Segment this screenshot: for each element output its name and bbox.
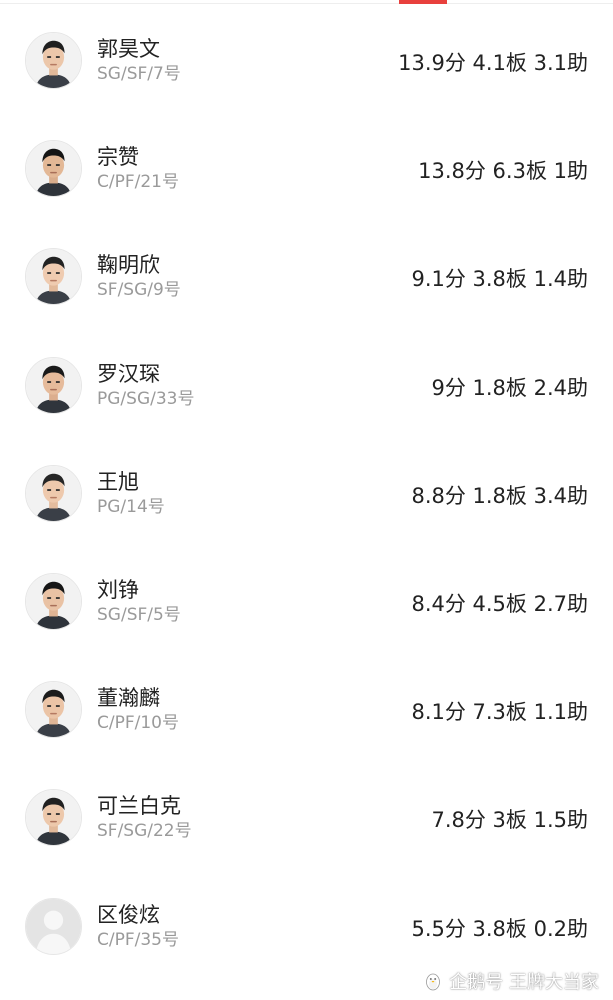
player-photo — [26, 249, 81, 305]
player-row[interactable]: 郭昊文 SG/SF/7号 13.9分 4.1板 3.1助 — [0, 8, 613, 116]
player-stats: 9分 1.8板 2.4助 — [431, 375, 588, 400]
player-position-number: C/PF/10号 — [97, 713, 179, 734]
player-position-number: PG/SG/33号 — [97, 388, 195, 409]
player-photo — [26, 357, 81, 413]
player-photo — [26, 682, 81, 738]
player-row[interactable]: 区俊炫 C/PF/35号 5.5分 3.8板 0.2助 — [0, 874, 613, 982]
player-position-number: SG/SF/5号 — [97, 604, 181, 625]
default-avatar-icon — [26, 898, 81, 954]
player-row[interactable]: 可兰白克 SF/SG/22号 7.8分 3板 1.5助 — [0, 765, 613, 873]
player-row[interactable]: 刘铮 SG/SF/5号 8.4分 4.5板 2.7助 — [0, 549, 613, 657]
player-position-number: SF/SG/9号 — [97, 280, 181, 301]
player-name: 可兰白克 — [97, 794, 181, 819]
player-position-number: C/PF/21号 — [97, 172, 179, 193]
player-name: 鞠明欣 — [97, 253, 160, 278]
player-stats: 5.5分 3.8板 0.2助 — [411, 916, 588, 941]
player-photo — [26, 573, 81, 629]
player-name: 宗赞 — [97, 145, 139, 170]
player-row[interactable]: 鞠明欣 SF/SG/9号 9.1分 3.8板 1.4助 — [0, 224, 613, 332]
player-photo — [26, 141, 81, 197]
player-row[interactable]: 董瀚麟 C/PF/10号 8.1分 7.3板 1.1助 — [0, 657, 613, 765]
player-name: 董瀚麟 — [97, 686, 160, 711]
player-row[interactable]: 宗赞 C/PF/21号 13.8分 6.3板 1助 — [0, 116, 613, 224]
player-name: 王旭 — [97, 469, 139, 494]
active-tab-indicator — [399, 0, 447, 4]
watermark-text: 企鹅号 王牌大当家 — [449, 972, 599, 993]
player-avatar — [25, 681, 82, 739]
player-stats: 8.8分 1.8板 3.4助 — [411, 483, 588, 508]
player-avatar — [25, 897, 82, 955]
player-name: 郭昊文 — [97, 37, 160, 61]
penguin-logo-icon — [426, 973, 441, 991]
player-avatar — [25, 32, 82, 89]
player-stats: 13.8分 6.3板 1助 — [418, 159, 588, 184]
player-avatar — [25, 356, 82, 414]
player-avatar — [25, 572, 82, 630]
player-position-number: SG/SF/7号 — [97, 64, 181, 84]
player-list: 郭昊文 SG/SF/7号 13.9分 4.1板 3.1助 宗赞 C/PF/21号… — [0, 8, 613, 982]
player-stats: 8.4分 4.5板 2.7助 — [411, 591, 588, 616]
player-row[interactable]: 王旭 PG/14号 8.8分 1.8板 3.4助 — [0, 441, 613, 549]
player-avatar — [25, 789, 82, 847]
player-avatar — [25, 464, 82, 522]
player-photo — [26, 465, 81, 521]
player-position-number: SF/SG/22号 — [97, 821, 192, 842]
watermark: 企鹅号 王牌大当家 — [423, 970, 599, 993]
player-photo — [26, 33, 81, 88]
player-photo — [26, 790, 81, 846]
player-avatar — [25, 248, 82, 306]
player-avatar — [25, 140, 82, 198]
player-stats: 13.9分 4.1板 3.1助 — [398, 51, 588, 75]
player-stats: 7.8分 3板 1.5助 — [431, 808, 588, 833]
player-name: 刘铮 — [97, 577, 139, 602]
player-stats: 8.1分 7.3板 1.1助 — [411, 700, 588, 725]
player-position-number: C/PF/35号 — [97, 929, 179, 950]
player-stats: 9.1分 3.8板 1.4助 — [411, 267, 588, 292]
tab-bar-rule — [0, 0, 613, 4]
player-row[interactable]: 罗汉琛 PG/SG/33号 9分 1.8板 2.4助 — [0, 333, 613, 441]
player-name: 罗汉琛 — [97, 361, 160, 386]
player-position-number: PG/14号 — [97, 496, 165, 517]
player-name: 区俊炫 — [97, 902, 160, 927]
